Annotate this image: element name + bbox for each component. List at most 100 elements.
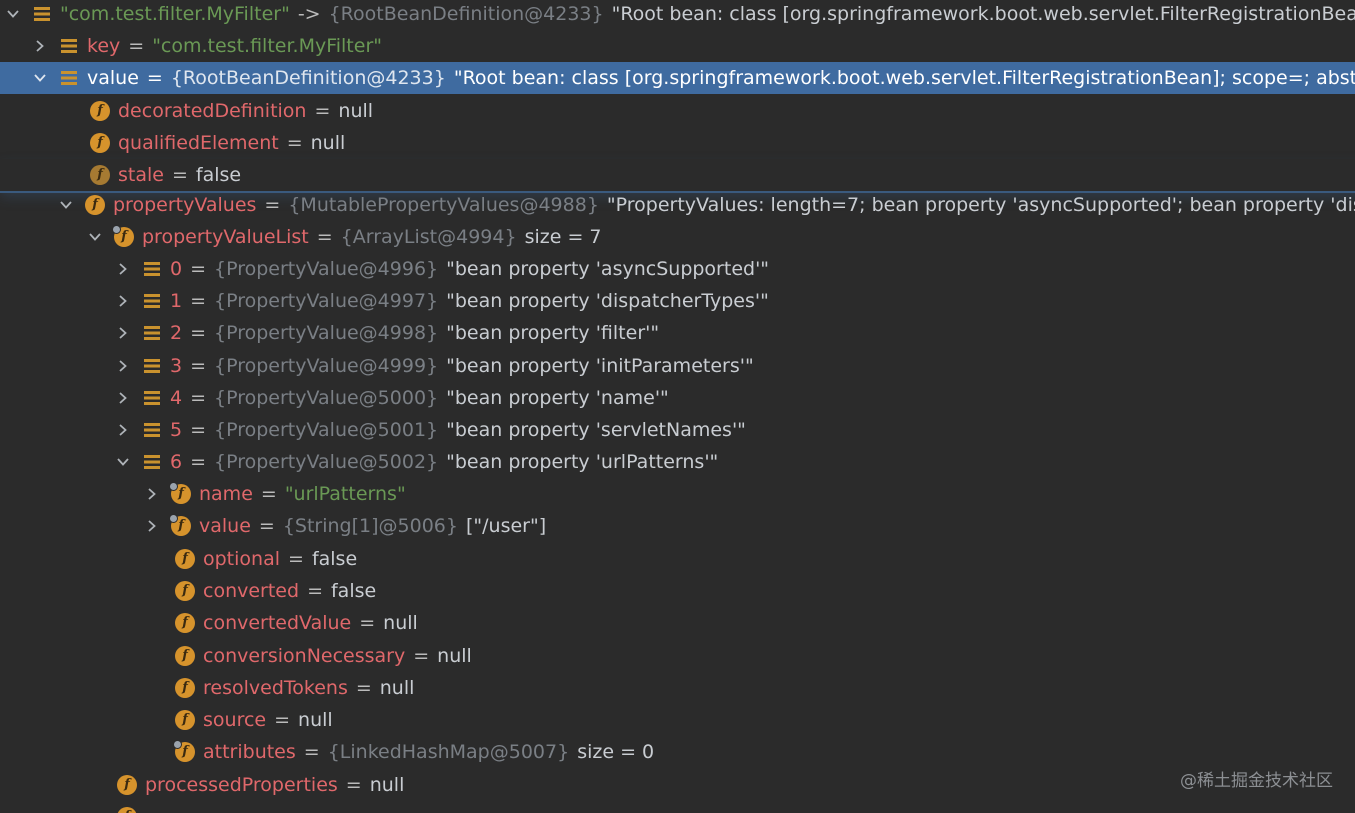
tree-row-item-6[interactable]: 6 = {PropertyValue@5002} "bean property … xyxy=(0,446,1355,478)
item-value: "bean property 'dispatcherTypes'" xyxy=(446,290,769,312)
tree-row-map-entry[interactable]: "com.test.filter.MyFilter" -> {RootBeanD… xyxy=(0,0,1355,30)
equals-sign: = xyxy=(413,645,430,667)
tree-row-propertyValues[interactable]: f propertyValues = {MutablePropertyValue… xyxy=(0,189,1355,221)
equals-sign: = xyxy=(146,67,163,89)
equals-sign: = xyxy=(260,483,277,505)
chevron-down-icon[interactable] xyxy=(6,7,20,21)
chevron-right-icon[interactable] xyxy=(116,326,130,340)
field-icon: f xyxy=(90,101,110,121)
equals-sign: = xyxy=(316,226,333,248)
equals-sign: = xyxy=(190,290,207,312)
field-value: null xyxy=(383,612,418,634)
item-index: 6 xyxy=(170,451,183,473)
field-icon: f xyxy=(175,549,195,569)
field-name: attributes xyxy=(203,741,296,763)
chevron-down-icon[interactable] xyxy=(33,71,47,85)
chevron-right-icon[interactable] xyxy=(116,294,130,308)
field-icon: f xyxy=(175,613,195,633)
item-ref: {PropertyValue@4999} xyxy=(214,355,439,377)
equals-sign: = xyxy=(355,677,372,699)
chevron-right-icon[interactable] xyxy=(116,262,130,276)
field-value: null xyxy=(298,709,333,731)
tree-row-item6-value[interactable]: f value = {String[1]@5006} ["/user"] xyxy=(0,510,1355,542)
equals-sign: = xyxy=(264,194,281,216)
item-ref: {PropertyValue@5002} xyxy=(214,451,439,473)
entry-key-string: "com.test.filter.MyFilter" xyxy=(60,3,290,25)
field-value: "urlPatterns" xyxy=(284,483,406,505)
tree-row-converted[interactable]: f converted = false xyxy=(0,575,1355,607)
tree-row-optional[interactable]: f optional = false xyxy=(0,543,1355,575)
chevron-down-icon[interactable] xyxy=(59,198,73,212)
list-entry-icon xyxy=(59,36,79,56)
field-name: conversionNecessary xyxy=(203,645,406,667)
chevron-down-icon[interactable] xyxy=(88,230,102,244)
chevron-right-icon[interactable] xyxy=(116,423,130,437)
list-entry-icon xyxy=(142,259,162,279)
tree-row-item-4[interactable]: 4 = {PropertyValue@5000} "bean property … xyxy=(0,382,1355,414)
item-index: 0 xyxy=(170,258,183,280)
equals-sign: = xyxy=(171,164,188,186)
field-ref: {MutablePropertyValues@4988} xyxy=(288,194,599,216)
list-entry-icon xyxy=(142,291,162,311)
equals-sign: = xyxy=(190,387,207,409)
item-index: 5 xyxy=(170,419,183,441)
field-value: size = 0 xyxy=(577,741,655,763)
equals-sign: = xyxy=(359,612,376,634)
tree-row-item-3[interactable]: 3 = {PropertyValue@4999} "bean property … xyxy=(0,350,1355,382)
field-value: null xyxy=(379,677,415,699)
tree-row-attributes[interactable]: f attributes = {LinkedHashMap@5007} size… xyxy=(0,736,1355,768)
tree-row-key[interactable]: key = "com.test.filter.MyFilter" xyxy=(0,30,1355,62)
chevron-right-icon[interactable] xyxy=(145,519,159,533)
field-icon: f xyxy=(175,678,195,698)
debugger-variables-tree: "com.test.filter.MyFilter" -> {RootBeanD… xyxy=(0,0,1355,813)
chevron-right-icon[interactable] xyxy=(33,39,47,53)
field-icon: f xyxy=(90,133,110,153)
field-name: optional xyxy=(203,548,281,570)
list-entry-icon xyxy=(32,4,52,24)
field-value: false xyxy=(311,548,358,570)
chevron-down-icon[interactable] xyxy=(116,455,130,469)
tree-row-propertyValueList[interactable]: f propertyValueList = {ArrayList@4994} s… xyxy=(0,221,1355,253)
tree-row-stale[interactable]: f stale = false xyxy=(0,159,1355,191)
tree-row-source[interactable]: f source = null xyxy=(0,704,1355,736)
entry-arrow: -> xyxy=(297,3,321,25)
field-name: stale xyxy=(118,164,164,186)
field-value: false xyxy=(330,580,377,602)
field-ref: {String[1]@5006} xyxy=(282,515,458,537)
list-entry-icon xyxy=(142,420,162,440)
field-value: null xyxy=(437,645,472,667)
tree-row-decoratedDefinition[interactable]: f decoratedDefinition = null xyxy=(0,95,1355,127)
field-value: "PropertyValues: length=7; bean property… xyxy=(606,194,1355,216)
tree-row-item6-name[interactable]: f name = "urlPatterns" xyxy=(0,478,1355,510)
tree-row-qualifiedElement[interactable]: f qualifiedElement = null xyxy=(0,127,1355,159)
chevron-right-icon[interactable] xyxy=(116,359,130,373)
tree-row-value-selected[interactable]: value = {RootBeanDefinition@4233} "Root … xyxy=(0,62,1355,94)
field-value: null xyxy=(369,774,405,796)
equals-sign: = xyxy=(128,35,145,57)
item-value: "bean property 'filter'" xyxy=(446,322,660,344)
equals-sign: = xyxy=(190,322,207,344)
field-value: size = 7 xyxy=(524,226,602,248)
equals-sign: = xyxy=(288,548,304,570)
equals-sign: = xyxy=(190,258,207,280)
tree-row-conversionNecessary[interactable]: f conversionNecessary = null xyxy=(0,640,1355,672)
chevron-right-icon[interactable] xyxy=(116,391,130,405)
tree-row-convertedValue[interactable]: f convertedValue = null xyxy=(0,607,1355,639)
tree-row-processedProperties[interactable]: f processedProperties = null xyxy=(0,769,1355,801)
field-icon: f xyxy=(175,710,195,730)
field-value: "com.test.filter.MyFilter" xyxy=(152,35,382,57)
tree-row-item-2[interactable]: 2 = {PropertyValue@4998} "bean property … xyxy=(0,317,1355,349)
tree-row-resolvedTokens[interactable]: f resolvedTokens = null xyxy=(0,672,1355,704)
chevron-right-icon[interactable] xyxy=(145,487,159,501)
item-index: 2 xyxy=(170,322,183,344)
field-name: qualifiedElement xyxy=(118,132,279,154)
tree-row-item-5[interactable]: 5 = {PropertyValue@5001} "bean property … xyxy=(0,414,1355,446)
item-index: 3 xyxy=(170,355,183,377)
item-index: 1 xyxy=(170,290,183,312)
tree-row-item-0[interactable]: 0 = {PropertyValue@4996} "bean property … xyxy=(0,253,1355,285)
field-name: convertedValue xyxy=(203,612,352,634)
item-value: "bean property 'servletNames'" xyxy=(446,419,746,441)
tree-row-cutoff: f xyxy=(0,801,1355,813)
field-name: converted xyxy=(203,580,300,602)
tree-row-item-1[interactable]: 1 = {PropertyValue@4997} "bean property … xyxy=(0,285,1355,317)
